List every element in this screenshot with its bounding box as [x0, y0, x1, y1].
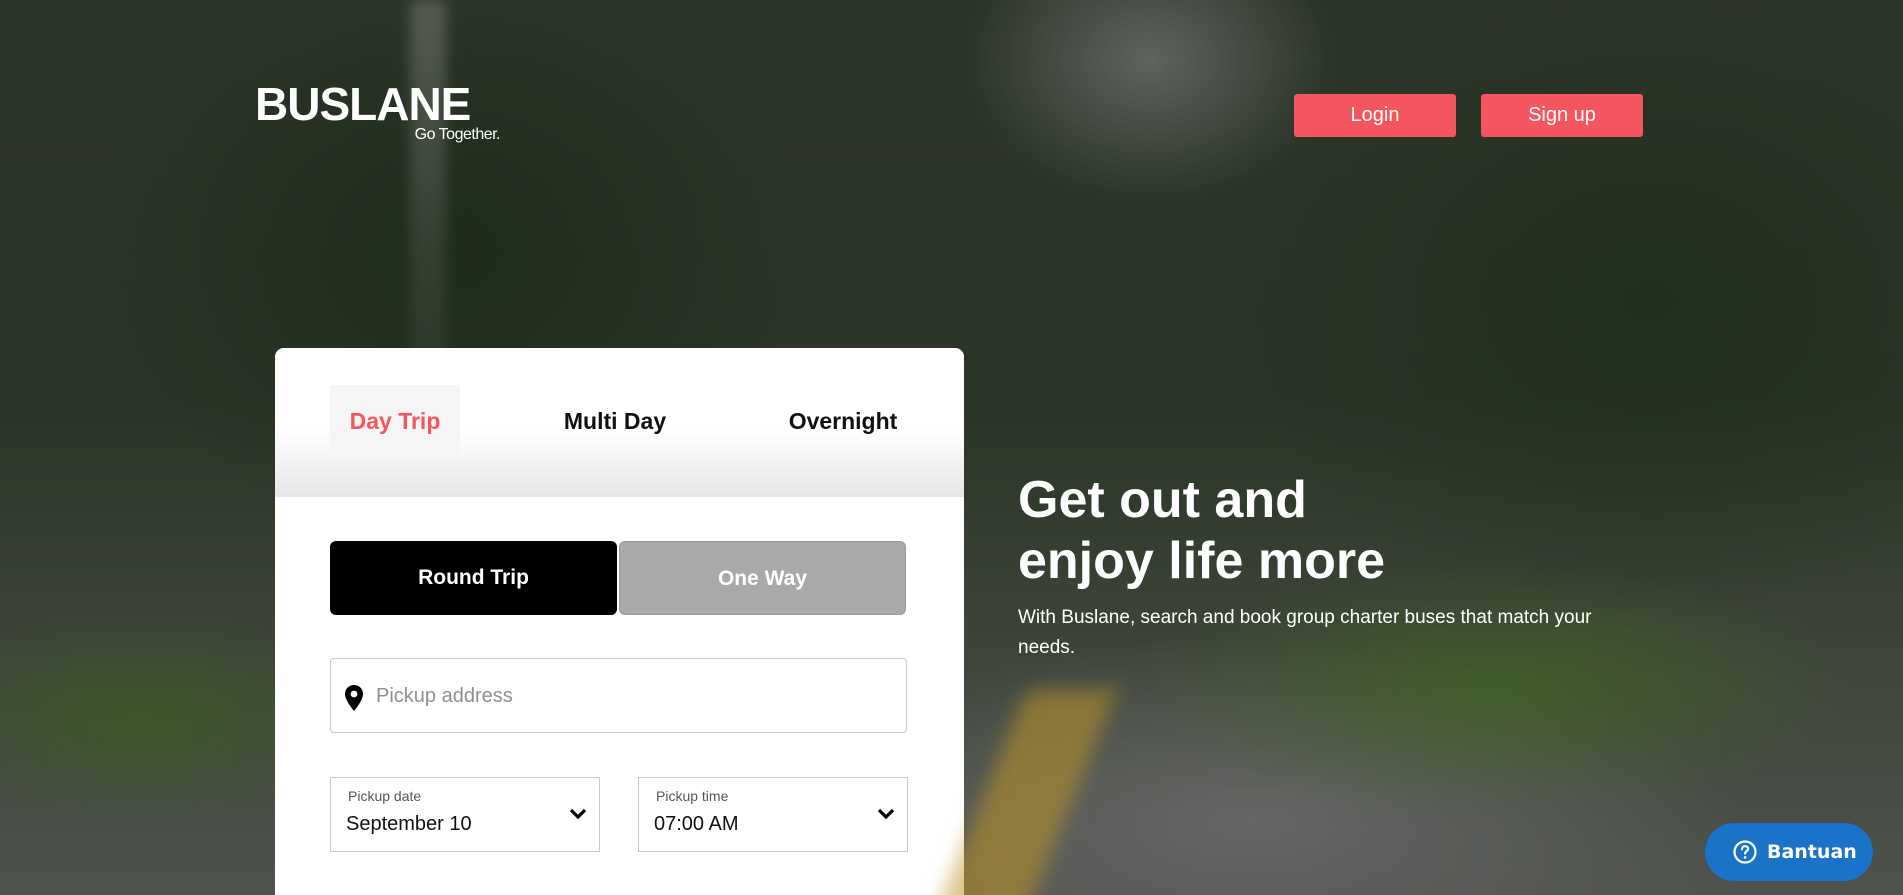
pickup-address-field[interactable]	[330, 658, 907, 734]
question-circle-icon	[1733, 840, 1757, 864]
tab-multi-day[interactable]: Multi Day	[535, 385, 695, 457]
headline-line-1: Get out and	[1018, 471, 1307, 529]
pickup-time-label: Pickup time	[656, 788, 729, 804]
hero-headline: Get out and enjoy life more	[1018, 470, 1538, 592]
pickup-time-select[interactable]: Pickup time 07:00 AM	[638, 777, 908, 852]
pickup-address-input[interactable]	[374, 659, 888, 734]
help-button-label: Bantuan	[1767, 841, 1857, 863]
trip-tabs: Day Trip Multi Day Overnight	[275, 348, 964, 497]
pickup-date-label: Pickup date	[348, 788, 422, 804]
buslane-logo[interactable]: BUSLANE Go Together.	[255, 78, 501, 144]
tab-day-trip[interactable]: Day Trip	[330, 385, 460, 457]
pickup-date-value: September 10	[346, 813, 472, 835]
logo-wordmark: BUSLANE	[255, 78, 471, 130]
round-trip-toggle[interactable]: Round Trip	[330, 541, 617, 615]
chevron-down-icon	[569, 808, 587, 820]
booking-card: Day Trip Multi Day Overnight Round Trip …	[275, 348, 964, 895]
tab-overnight[interactable]: Overnight	[758, 385, 928, 457]
signup-button[interactable]: Sign up	[1481, 94, 1643, 137]
pickup-date-select[interactable]: Pickup date September 10	[330, 777, 600, 852]
headline-line-2: enjoy life more	[1018, 532, 1385, 590]
hero-background: BUSLANE Go Together. Login Sign up Day T…	[0, 0, 1903, 895]
map-pin-icon	[345, 685, 363, 711]
pickup-time-value: 07:00 AM	[654, 813, 739, 835]
hero-subtext: With Buslane, search and book group char…	[1018, 607, 1592, 658]
login-button[interactable]: Login	[1294, 94, 1456, 137]
one-way-toggle[interactable]: One Way	[619, 541, 906, 615]
chevron-down-icon	[877, 808, 895, 820]
help-button[interactable]: Bantuan	[1705, 823, 1873, 881]
